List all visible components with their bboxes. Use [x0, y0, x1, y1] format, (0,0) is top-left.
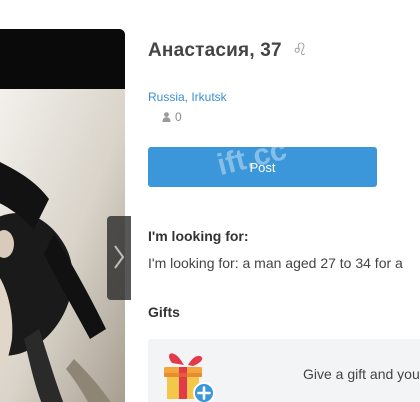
profile-name: Анастасия, 37 [148, 40, 282, 61]
profile-photo-image [0, 29, 125, 402]
chevron-right-icon [114, 245, 125, 269]
location-link[interactable]: Russia, Irkutsk [148, 90, 227, 104]
leo-zodiac-icon: ♌︎ [292, 40, 308, 59]
likes-counter: 0 [162, 110, 182, 124]
profile-page: Анастасия, 37 ♌︎ Russia, Irkutsk 0 Post … [0, 0, 420, 402]
profile-photo[interactable] [0, 29, 125, 402]
gifts-heading: Gifts [148, 304, 180, 320]
person-icon [162, 112, 171, 122]
gifts-panel[interactable]: Give a gift and you [148, 339, 420, 402]
post-button-label: Post [249, 159, 276, 175]
looking-for-heading: I'm looking for: [148, 228, 249, 244]
gifts-prompt: Give a gift and you [303, 366, 420, 382]
gift-box-icon[interactable] [157, 349, 215, 402]
photo-next-button[interactable] [107, 216, 131, 300]
looking-for-text: I'm looking for: a man aged 27 to 34 for… [148, 255, 403, 271]
post-button[interactable]: Post [148, 147, 377, 187]
profile-name-row: Анастасия, 37 ♌︎ [148, 40, 308, 62]
likes-count: 0 [175, 110, 182, 124]
